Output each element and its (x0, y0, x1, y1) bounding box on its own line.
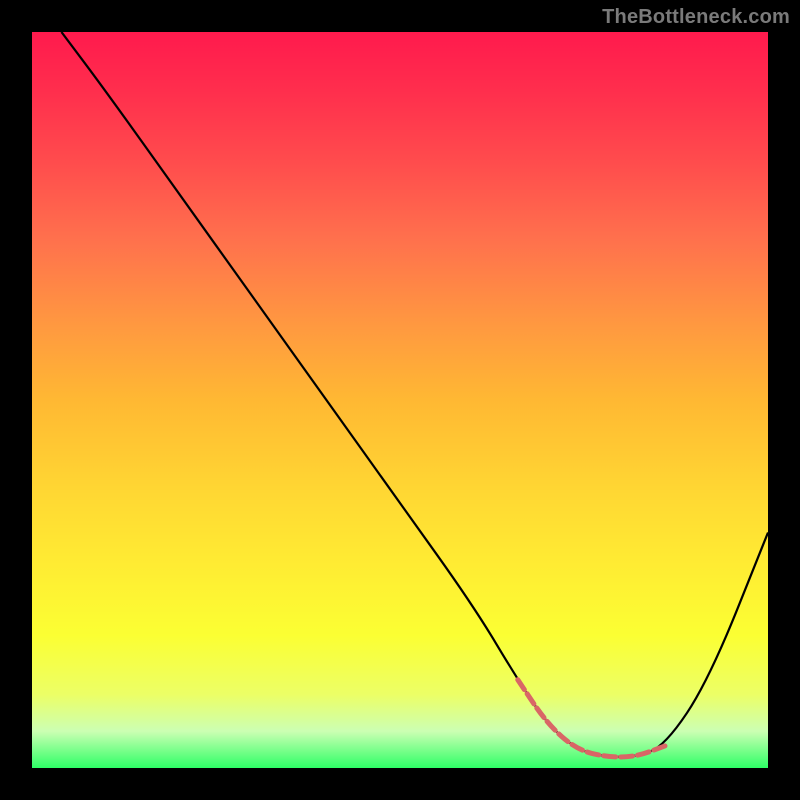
curve-overlay (32, 32, 768, 768)
watermark-text: TheBottleneck.com (602, 6, 790, 29)
chart-container: TheBottleneck.com (0, 0, 800, 800)
bottleneck-curve (61, 32, 768, 757)
highlight-segment (518, 680, 665, 757)
